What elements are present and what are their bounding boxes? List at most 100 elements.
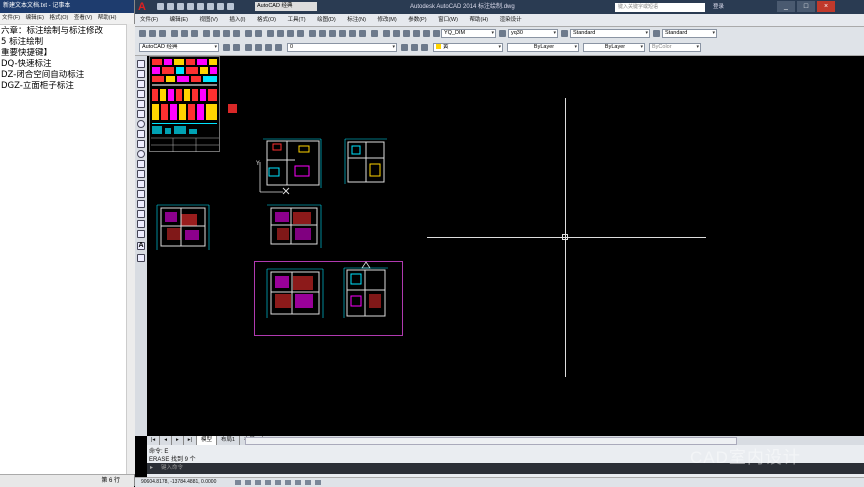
mleader-icon[interactable]	[653, 30, 660, 37]
menu-render[interactable]: 渲染设计	[500, 17, 522, 23]
floor-plan-3[interactable]	[155, 204, 211, 252]
tab-nav-prev[interactable]: ◂	[160, 436, 172, 445]
drawing-canvas[interactable]: Y	[147, 56, 864, 436]
close-button[interactable]: ×	[817, 1, 835, 12]
insert-block-icon[interactable]	[137, 170, 145, 178]
revision-cloud-icon[interactable]	[137, 130, 145, 138]
zoom-window-icon[interactable]	[287, 30, 294, 37]
polyline-icon[interactable]	[137, 80, 145, 88]
sheet-set-icon[interactable]	[339, 30, 346, 37]
ducs-icon[interactable]	[295, 480, 301, 485]
mleader-style-select[interactable]: Standard	[662, 29, 717, 38]
zoom-realtime-icon[interactable]	[277, 30, 284, 37]
search-input[interactable]: 键入关键字或短语	[615, 3, 705, 12]
menu-edit[interactable]: 编辑(E)	[170, 17, 188, 23]
np-menu-edit[interactable]: 编辑(E)	[26, 15, 44, 21]
layer-lock-icon[interactable]	[275, 44, 282, 51]
color-select[interactable]: 黄	[433, 43, 503, 52]
new-file-icon[interactable]	[157, 3, 164, 10]
tab-nav-first[interactable]: |◂	[147, 436, 161, 445]
layer-on-icon[interactable]	[255, 44, 262, 51]
dim-style-select[interactable]: YQ_DIM	[441, 29, 496, 38]
workspace-dropdown[interactable]: AutoCAD 经典	[139, 43, 219, 52]
grip-marker[interactable]	[228, 104, 237, 113]
menu-draw[interactable]: 绘图(D)	[317, 17, 336, 23]
snap-icon[interactable]	[235, 480, 241, 485]
np-menu-file[interactable]: 文件(F)	[2, 15, 20, 21]
plot-style-icon[interactable]	[423, 30, 430, 37]
zoom-previous-icon[interactable]	[297, 30, 304, 37]
preview-icon[interactable]	[181, 30, 188, 37]
text-style-icon[interactable]	[383, 30, 390, 37]
minimize-button[interactable]: _	[777, 1, 795, 12]
dim-style-icon[interactable]	[393, 30, 400, 37]
point-icon[interactable]	[137, 190, 145, 198]
autocad-logo-icon[interactable]: A	[138, 1, 152, 13]
redo-icon[interactable]	[217, 3, 224, 10]
saveas-icon[interactable]	[187, 3, 194, 10]
np-menu-help[interactable]: 帮助(H)	[98, 15, 117, 21]
plotstyle-select[interactable]: ByColor	[649, 43, 701, 52]
tab-layout1[interactable]: 布局1	[217, 436, 241, 445]
new-icon[interactable]	[139, 30, 146, 37]
osnap-icon[interactable]	[275, 480, 281, 485]
construction-line-icon[interactable]	[137, 70, 145, 78]
workspace-save-icon[interactable]	[233, 44, 240, 51]
arc-icon[interactable]	[137, 110, 145, 118]
add-selected-icon[interactable]	[137, 254, 145, 262]
ellipse-icon[interactable]	[137, 150, 145, 158]
layer-freeze-icon[interactable]	[265, 44, 272, 51]
tab-model[interactable]: 模型	[196, 436, 217, 445]
copy-icon[interactable]	[213, 30, 220, 37]
multiline-text-icon[interactable]: A	[137, 242, 145, 250]
menu-parametric[interactable]: 参数(P)	[408, 17, 426, 23]
tool-palettes-icon[interactable]	[329, 30, 336, 37]
layer-states-icon[interactable]	[421, 44, 428, 51]
visual-style-icon[interactable]	[433, 30, 440, 37]
text-icon[interactable]	[499, 30, 506, 37]
maximize-button[interactable]: □	[797, 1, 815, 12]
workspace-select[interactable]: AutoCAD 经典	[255, 2, 317, 11]
tab-nav-last[interactable]: ▸|	[184, 436, 197, 445]
undo-icon[interactable]	[245, 30, 252, 37]
floor-plan-5[interactable]	[265, 268, 325, 320]
layer-select[interactable]: 0	[287, 43, 397, 52]
make-current-layer-icon[interactable]	[401, 44, 408, 51]
menu-window[interactable]: 窗口(W)	[438, 17, 458, 23]
floor-plan-4[interactable]	[265, 204, 323, 250]
menu-tools[interactable]: 工具(T)	[288, 17, 306, 23]
table-style-select[interactable]: Standard	[570, 29, 650, 38]
open-file-icon[interactable]	[167, 3, 174, 10]
region-icon[interactable]	[137, 220, 145, 228]
ortho-icon[interactable]	[255, 480, 261, 485]
lineweight-select[interactable]: ByLayer	[583, 43, 645, 52]
menu-file[interactable]: 文件(F)	[140, 17, 158, 23]
notepad-text-area[interactable]: 六章：标注绘制与标注修改 5 标注绘制 重要快捷键】 DQ-快速标注 DZ-闭合…	[0, 26, 133, 471]
redo-icon[interactable]	[255, 30, 262, 37]
paste-icon[interactable]	[223, 30, 230, 37]
workspace-settings-icon[interactable]	[223, 44, 230, 51]
table-style-icon[interactable]	[403, 30, 410, 37]
menu-format[interactable]: 格式(O)	[257, 17, 276, 23]
cut-icon[interactable]	[203, 30, 210, 37]
undo-icon[interactable]	[207, 3, 214, 10]
table-icon[interactable]	[561, 30, 568, 37]
circle-icon[interactable]	[137, 120, 145, 128]
layer-manager-icon[interactable]	[245, 44, 252, 51]
login-link[interactable]: 登录	[713, 3, 724, 12]
rectangle-icon[interactable]	[137, 100, 145, 108]
grid-icon[interactable]	[245, 480, 251, 485]
properties-icon[interactable]	[309, 30, 316, 37]
design-center-icon[interactable]	[319, 30, 326, 37]
table-draw-icon[interactable]	[137, 230, 145, 238]
block-library-thumbnail[interactable]	[149, 56, 221, 154]
floor-plan-1[interactable]: Y	[255, 138, 323, 196]
floor-plan-2[interactable]	[344, 138, 388, 186]
print-icon[interactable]	[171, 30, 178, 37]
tab-nav-next[interactable]: ▸	[172, 436, 184, 445]
layer-previous-icon[interactable]	[411, 44, 418, 51]
gradient-icon[interactable]	[137, 210, 145, 218]
menu-insert[interactable]: 插入(I)	[229, 17, 245, 23]
markup-icon[interactable]	[349, 30, 356, 37]
command-input[interactable]: 键入命令	[161, 464, 561, 473]
